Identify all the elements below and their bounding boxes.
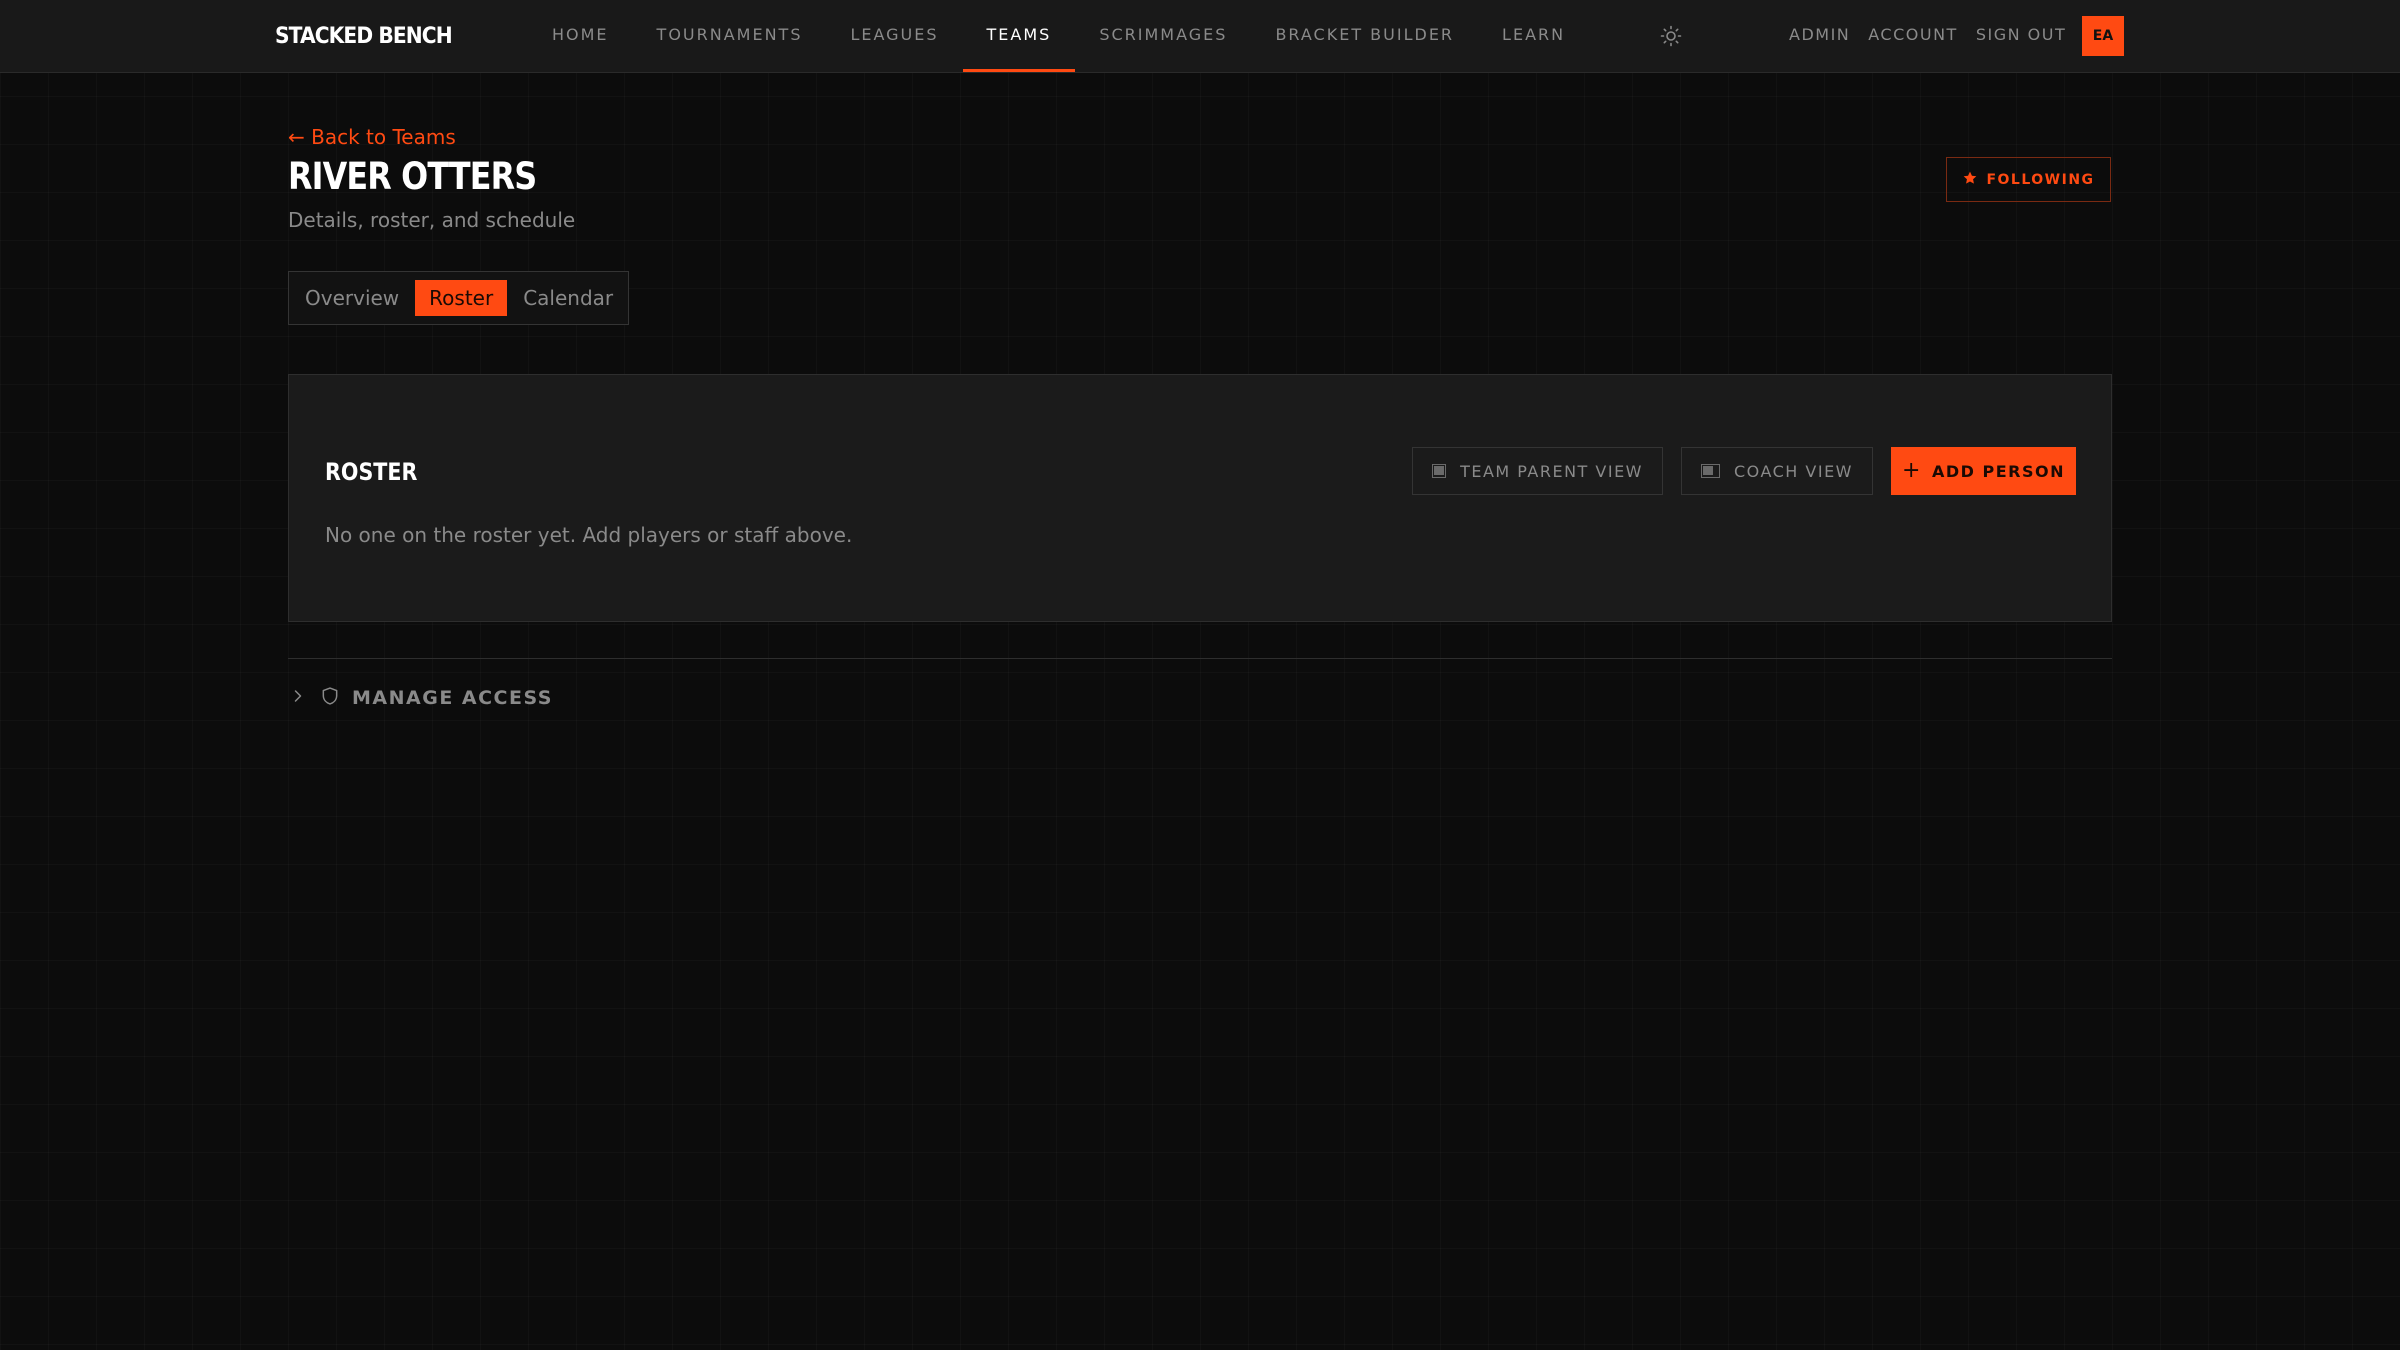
nav-item-bracket-builder[interactable]: BRACKET BUILDER <box>1251 0 1478 72</box>
account-link[interactable]: ACCOUNT <box>1859 0 1967 72</box>
team-tabs: Overview Roster Calendar <box>288 271 629 325</box>
toggle-icon <box>1701 464 1720 478</box>
avatar[interactable]: EA <box>2082 16 2124 56</box>
tab-roster[interactable]: Roster <box>415 280 508 316</box>
nav-item-tournaments[interactable]: TOURNAMENTS <box>633 0 827 72</box>
tab-overview[interactable]: Overview <box>297 280 407 316</box>
team-parent-view-button[interactable]: TEAM PARENT VIEW <box>1412 447 1663 495</box>
section-divider <box>288 658 2112 659</box>
roster-title: ROSTER <box>325 458 418 486</box>
admin-link[interactable]: ADMIN <box>1780 0 1859 72</box>
coach-view-button[interactable]: COACH VIEW <box>1681 447 1873 495</box>
team-parent-view-label: TEAM PARENT VIEW <box>1460 461 1643 481</box>
page-subtitle: Details, roster, and schedule <box>288 208 576 232</box>
sun-icon[interactable] <box>1659 24 1683 48</box>
manage-access-label: MANAGE ACCESS <box>352 687 553 709</box>
nav-item-scrimmages[interactable]: SCRIMMAGES <box>1075 0 1251 72</box>
manage-access-toggle[interactable]: MANAGE ACCESS <box>288 682 553 714</box>
main-nav: HOME TOURNAMENTS LEAGUES TEAMS SCRIMMAGE… <box>528 0 1589 72</box>
add-person-label: ADD PERSON <box>1931 461 2065 481</box>
coach-view-label: COACH VIEW <box>1733 461 1853 481</box>
toggle-icon <box>1432 464 1447 478</box>
tab-calendar[interactable]: Calendar <box>515 280 621 316</box>
following-button[interactable]: FOLLOWING <box>1946 157 2111 202</box>
brand-logo[interactable]: STACKED BENCH <box>275 0 453 72</box>
nav-item-home[interactable]: HOME <box>528 0 633 72</box>
user-nav: ADMIN ACCOUNT SIGN OUT <box>1780 0 2075 72</box>
star-icon <box>1962 170 1978 190</box>
nav-item-teams[interactable]: TEAMS <box>962 0 1076 72</box>
roster-card: ROSTER No one on the roster yet. Add pla… <box>288 374 2112 622</box>
nav-item-learn[interactable]: LEARN <box>1478 0 1589 72</box>
plus-icon: + <box>1902 457 1922 483</box>
back-to-teams-link[interactable]: ← Back to Teams <box>288 125 456 149</box>
page-title: RIVER OTTERS <box>288 155 537 198</box>
top-navbar: STACKED BENCH HOME TOURNAMENTS LEAGUES T… <box>0 0 2400 73</box>
add-person-button[interactable]: + ADD PERSON <box>1891 447 2076 495</box>
chevron-right-icon <box>288 686 308 710</box>
following-label: FOLLOWING <box>1986 171 2095 188</box>
sign-out-link[interactable]: SIGN OUT <box>1967 0 2075 72</box>
nav-item-leagues[interactable]: LEAGUES <box>826 0 962 72</box>
shield-icon <box>320 686 340 710</box>
roster-empty-message: No one on the roster yet. Add players or… <box>325 523 853 547</box>
